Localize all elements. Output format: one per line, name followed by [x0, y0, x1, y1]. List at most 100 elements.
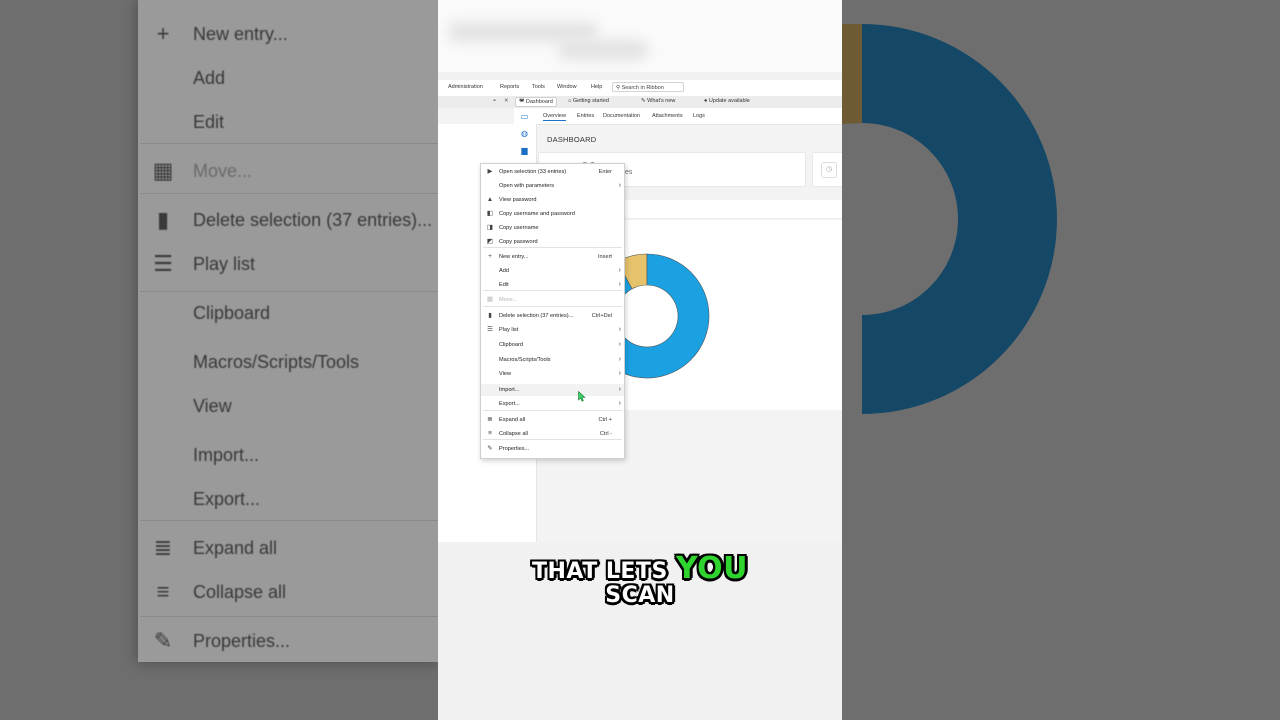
alert-card[interactable]: ◷: [812, 152, 842, 187]
tab-dashboard[interactable]: ◚ Dashboard: [515, 97, 557, 107]
menu-item-add[interactable]: Add ›: [481, 265, 624, 277]
expand-icon: ≣: [487, 416, 493, 423]
background-context-menu: [138, 0, 438, 662]
monitor-icon[interactable]: ▭: [520, 112, 529, 121]
background-menu-item: Expand all: [193, 538, 278, 558]
menu-bar: Administration Reports Tools Window Help…: [438, 80, 842, 96]
menu-item-open-with-parameters[interactable]: Open with parameters ›: [481, 180, 624, 192]
subtab-entries[interactable]: Entries: [577, 113, 594, 119]
menu-item-play-list[interactable]: ☰ Play list ›: [481, 324, 624, 336]
menu-item-label: Copy username and password: [499, 211, 575, 217]
menu-item-new-entry[interactable]: + New entry... Insert: [481, 251, 624, 263]
globe-icon[interactable]: ◍: [520, 129, 529, 138]
bulb-icon: ●: [704, 98, 708, 104]
menu-item-view-password[interactable]: ▲ View password: [481, 194, 624, 206]
entry-subtabs: Overview Entries Documentation Attachmen…: [536, 108, 842, 125]
open-icon: ▶: [487, 168, 493, 175]
background-menu-item: Move...: [193, 161, 253, 181]
menu-item-label: New entry...: [499, 254, 529, 260]
menu-item-delete-selection-37-entries[interactable]: ▮ Delete selection (37 entries)... Ctrl+De…: [481, 310, 624, 322]
menu-item-label: Copy username: [499, 225, 539, 231]
background-menu-item: Play list: [193, 254, 256, 274]
background-menu-item: Clipboard: [193, 303, 271, 323]
menu-separator: [483, 306, 622, 307]
menu-item-shortcut: Ctrl+Del: [591, 313, 612, 319]
entries-count-label: es: [625, 169, 633, 176]
move-icon: ▦: [486, 296, 494, 303]
menu-item-export[interactable]: Export... ›: [481, 398, 624, 410]
menu-item-label: Open selection (33 entries): [499, 169, 567, 175]
caption-second-line-text: SCAN: [605, 583, 675, 608]
copy-password-icon: ◩: [486, 238, 494, 245]
menu-item-label: View: [499, 371, 512, 377]
list-icon: ☰: [153, 251, 173, 276]
menu-item-label: Properties...: [499, 446, 530, 452]
menu-item-macros-scripts-tools[interactable]: Macros/Scripts/Tools ›: [481, 354, 624, 366]
subtab-attachments[interactable]: Attachments: [652, 113, 683, 119]
chevron-right-icon: ›: [618, 341, 621, 348]
tab-whats-new-label: What's new: [647, 98, 676, 104]
menu-item-clipboard[interactable]: Clipboard ›: [481, 339, 624, 351]
menu-item-expand-all[interactable]: ≣ Expand all Ctrl +: [481, 414, 624, 426]
menu-item-properties[interactable]: ✎ Properties...: [481, 443, 624, 455]
menu-item-view[interactable]: View ›: [481, 368, 624, 380]
menu-item-import[interactable]: Import... ›: [481, 384, 624, 396]
clock-icon: ◷: [821, 162, 837, 178]
menu-separator: [483, 247, 622, 248]
background-donut-chart: [842, 0, 1280, 720]
background-menu-separator: [140, 616, 438, 617]
collapse-icon: ≡: [488, 430, 492, 437]
caption-line-2: SCAN: [438, 583, 842, 608]
menu-help[interactable]: Help: [591, 84, 602, 90]
background-menu-item: Edit: [193, 112, 225, 132]
background-menu-item: Collapse all: [193, 582, 287, 602]
home-icon: ⌂: [568, 98, 572, 104]
menu-tools[interactable]: Tools: [532, 84, 545, 90]
background-menu-item: Import...: [193, 445, 260, 465]
subtab-overview[interactable]: Overview: [543, 113, 566, 121]
subtab-documentation[interactable]: Documentation: [603, 113, 640, 119]
background-menu-item: View: [193, 396, 232, 416]
list-icon: ☰: [487, 326, 493, 333]
menu-item-label: Move...: [499, 297, 518, 303]
copy-user-pass-icon: ◧: [486, 210, 494, 217]
background-menu-separator: [140, 193, 438, 194]
menu-administration[interactable]: Administration: [448, 84, 483, 90]
menu-separator: [483, 410, 622, 411]
tab-whats-new[interactable]: ✎ What's new: [641, 98, 675, 104]
background-menu-item: Properties...: [193, 631, 291, 651]
chevron-right-icon: ›: [618, 326, 621, 333]
ribbon-search-input[interactable]: ⚲ Search in Ribbon: [612, 82, 684, 92]
dashboard-title: DASHBOARD: [547, 135, 597, 144]
menu-item-label: Expand all: [499, 417, 526, 423]
menu-item-copy-username-and-password[interactable]: ◧ Copy username and password: [481, 208, 624, 220]
chevron-right-icon: ›: [618, 370, 621, 377]
menu-reports[interactable]: Reports: [500, 84, 519, 90]
chevron-right-icon: ›: [618, 182, 621, 189]
menu-item-label: Open with parameters: [499, 183, 555, 189]
lock-icon: ▲: [486, 196, 494, 203]
menu-item-label: Macros/Scripts/Tools: [499, 357, 551, 363]
close-icon[interactable]: ✕: [504, 98, 509, 104]
pencil-icon: ✎: [487, 445, 493, 452]
background-menu-item: Macros/Scripts/Tools: [193, 352, 360, 372]
tab-getting-started[interactable]: ⌂ Getting started: [568, 98, 609, 104]
menu-item-shortcut: Insert: [598, 254, 612, 260]
folder-icon[interactable]: ▆: [520, 146, 529, 155]
menu-item-open-selection-33-entries[interactable]: ▶ Open selection (33 entries) Enter: [481, 166, 624, 178]
menu-item-shortcut: Enter: [598, 169, 612, 175]
menu-item-label: Import...: [499, 387, 520, 393]
megaphone-icon: ✎: [641, 98, 646, 104]
menu-item-copy-username[interactable]: ◨ Copy username: [481, 222, 624, 234]
dashboard-icon: ◚: [519, 99, 525, 105]
chevron-right-icon: ›: [618, 267, 621, 274]
chevron-right-icon: ›: [618, 386, 621, 393]
pencil-icon: ✎: [153, 628, 173, 653]
tab-update-available[interactable]: ● Update available: [704, 98, 750, 104]
pin-icon[interactable]: ⩡: [493, 98, 496, 105]
subtab-logs[interactable]: Logs: [693, 113, 705, 119]
plus-icon: +: [488, 253, 492, 260]
menu-item-move: ▦ Move...: [481, 294, 624, 306]
menu-item-label: Add: [499, 268, 509, 274]
menu-window[interactable]: Window: [557, 84, 577, 90]
